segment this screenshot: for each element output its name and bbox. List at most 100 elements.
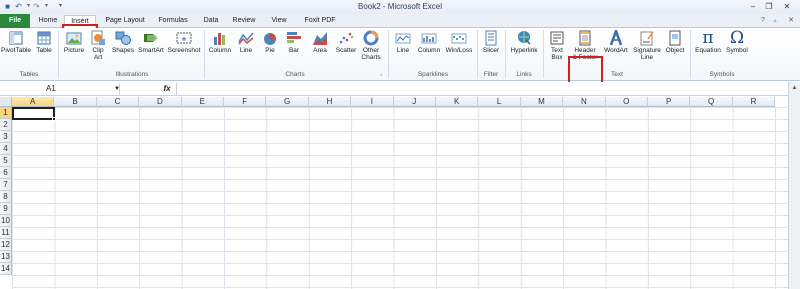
screenshot-button[interactable]: Screenshot [166, 30, 202, 54]
bar-chart-button[interactable]: Bar [283, 30, 305, 54]
other-charts-button[interactable]: Other Charts [359, 30, 383, 61]
row-header-1[interactable]: 1 [0, 107, 12, 119]
row-header-5[interactable]: 5 [0, 155, 12, 167]
clipart-icon [91, 30, 105, 45]
tab-data[interactable]: Data [198, 15, 224, 28]
smartart-button[interactable]: SmartArt [136, 30, 166, 54]
ribbon-insert: PivotTable Table Tables Picture Clip Art… [0, 28, 800, 94]
column-header-c[interactable]: C [96, 97, 140, 107]
column-header-q[interactable]: Q [690, 97, 733, 107]
other-charts-icon [363, 30, 379, 46]
column-header-p[interactable]: P [648, 97, 691, 107]
picture-button[interactable]: Picture [62, 30, 86, 54]
bar-chart-icon [287, 32, 301, 43]
line-chart-button[interactable]: Line [235, 30, 257, 54]
active-cell[interactable] [12, 107, 55, 120]
area-chart-icon [313, 32, 327, 45]
column-header-h[interactable]: H [308, 97, 352, 107]
pivottable-button[interactable]: PivotTable [0, 30, 32, 54]
close-button[interactable]: ✕ [780, 1, 794, 12]
clipart-button[interactable]: Clip Art [88, 30, 108, 61]
tab-file[interactable]: File [0, 14, 30, 28]
pie-chart-icon [264, 33, 276, 45]
slicer-button[interactable]: Slicer [479, 30, 503, 54]
row-header-11[interactable]: 11 [0, 227, 12, 239]
scatter-chart-icon [339, 32, 354, 44]
formula-input[interactable] [176, 83, 788, 95]
row-header-4[interactable]: 4 [0, 143, 12, 155]
row-header-7[interactable]: 7 [0, 179, 12, 191]
object-button[interactable]: Object [663, 30, 687, 54]
pivottable-icon [9, 31, 23, 45]
signature-line-button[interactable]: Signature Line [630, 30, 664, 61]
table-button[interactable]: Table [33, 30, 55, 54]
group-separator [388, 30, 389, 78]
column-header-i[interactable]: I [351, 97, 394, 107]
symbol-button[interactable]: Ω Symbol [724, 30, 750, 55]
tab-view[interactable]: View [266, 15, 292, 28]
row-header-8[interactable]: 8 [0, 191, 12, 203]
hyperlink-icon [518, 31, 531, 45]
column-header-b[interactable]: B [54, 97, 97, 107]
minimize-button[interactable]: – [746, 1, 760, 12]
column-header-j[interactable]: J [393, 97, 436, 107]
column-header-m[interactable]: M [520, 97, 564, 107]
hyperlink-button[interactable]: Hyperlink [507, 30, 541, 54]
shapes-button[interactable]: Shapes [110, 30, 136, 54]
name-box-dropdown-icon[interactable]: ▼ [114, 83, 120, 95]
ribbon-collapse-icon[interactable]: ▵ [770, 15, 780, 28]
wordart-button[interactable]: WordArt [602, 30, 630, 54]
group-label-filter: Filter [483, 71, 499, 78]
column-header-o[interactable]: O [605, 97, 648, 107]
row-header-10[interactable]: 10 [0, 215, 12, 227]
cells-area[interactable] [12, 107, 788, 289]
tab-formulas[interactable]: Formulas [154, 15, 192, 28]
pie-chart-button[interactable]: Pie [259, 30, 281, 54]
column-header-f[interactable]: F [224, 97, 267, 107]
select-all-corner[interactable] [0, 97, 12, 107]
equation-button[interactable]: π Equation [693, 30, 723, 55]
textbox-button[interactable]: Text Box [546, 30, 568, 61]
column-header-d[interactable]: D [139, 97, 182, 107]
tab-page-layout[interactable]: Page Layout [102, 15, 148, 28]
row-header-2[interactable]: 2 [0, 119, 12, 131]
row-header-13[interactable]: 13 [0, 251, 12, 263]
tab-foxit-pdf[interactable]: Foxit PDF [300, 15, 340, 28]
help-icon[interactable]: ? [758, 15, 768, 28]
scatter-chart-button[interactable]: Scatter [333, 30, 359, 54]
screenshot-icon [176, 32, 192, 44]
column-header-e[interactable]: E [181, 97, 224, 107]
row-header-9[interactable]: 9 [0, 203, 12, 215]
tab-home[interactable]: Home [34, 15, 62, 28]
column-header-n[interactable]: N [563, 97, 606, 107]
insert-function-icon[interactable]: fx [160, 83, 174, 95]
scroll-up-icon[interactable]: ▲ [790, 84, 799, 93]
fill-handle[interactable] [52, 117, 56, 121]
restore-button[interactable]: ❐ [762, 1, 776, 12]
column-header-a[interactable]: A [12, 97, 55, 107]
header-footer-icon [579, 30, 591, 46]
dialog-launcher-icon[interactable]: ⌟ [380, 71, 382, 77]
signature-line-icon [640, 31, 654, 46]
row-header-3[interactable]: 3 [0, 131, 12, 143]
table-icon [37, 31, 51, 45]
sparkline-winloss-button[interactable]: Win/Loss [443, 30, 475, 54]
tab-review[interactable]: Review [228, 15, 260, 28]
spreadsheet-grid[interactable]: ABCDEFGHIJKLMNOPQR 1 2 3 4 5 6 7 8 9 10 11 12 13 14 [0, 97, 800, 289]
area-chart-button[interactable]: Area [308, 30, 332, 54]
row-header-14[interactable]: 14 [0, 263, 12, 275]
row-header-6[interactable]: 6 [0, 167, 12, 179]
column-chart-button[interactable]: Column [206, 30, 234, 54]
shapes-icon [115, 31, 131, 45]
column-header-k[interactable]: K [436, 97, 479, 107]
column-header-l[interactable]: L [478, 97, 521, 107]
column-header-g[interactable]: G [266, 97, 309, 107]
row-header-12[interactable]: 12 [0, 239, 12, 251]
column-header-r[interactable]: R [732, 97, 776, 107]
group-separator [543, 30, 544, 78]
name-box[interactable]: A1 [0, 83, 120, 95]
vertical-scrollbar[interactable]: ▲ [788, 82, 800, 289]
sparkline-line-button[interactable]: Line [392, 30, 414, 54]
workbook-close-icon[interactable]: ✕ [785, 15, 797, 28]
sparkline-column-button[interactable]: Column [415, 30, 443, 54]
